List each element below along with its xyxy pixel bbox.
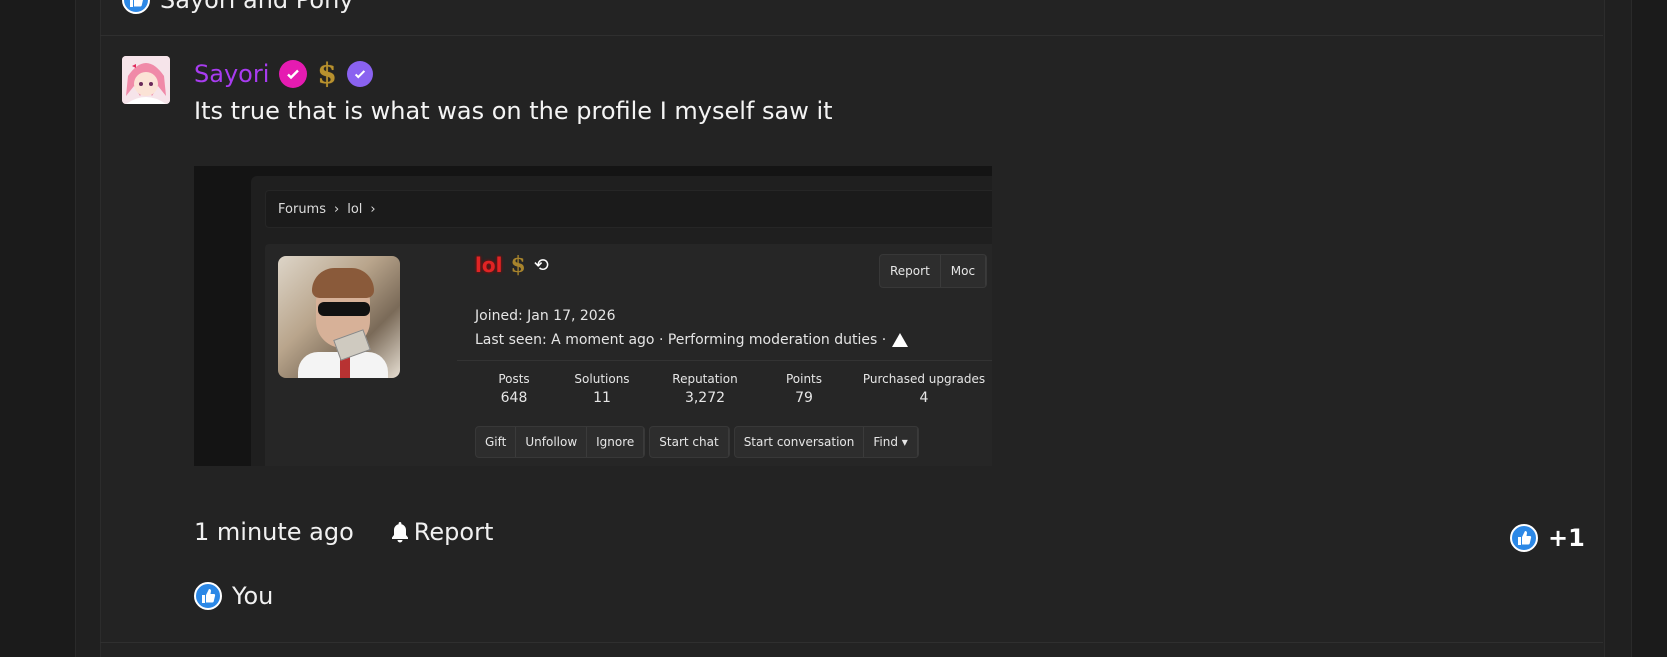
post-footer: 1 minute ago Report: [194, 518, 493, 546]
stat-value: 79: [795, 390, 813, 406]
dollar-badge-icon: $: [510, 252, 526, 278]
divider: [457, 360, 992, 361]
stat-posts: Posts 648: [475, 372, 553, 406]
username-link[interactable]: Sayori: [194, 60, 269, 88]
dollar-badge-icon: $: [317, 57, 337, 90]
profile-name-line: lol $ ⟲: [475, 252, 549, 278]
stat-label: Solutions: [574, 372, 630, 386]
chevron-right-icon: ›: [334, 201, 340, 217]
joined-date: Joined: Jan 17, 2026: [475, 308, 616, 324]
stat-purchased-upgrades: Purchased upgrades 4: [849, 372, 992, 406]
start-chat-button: Start chat: [650, 427, 729, 457]
warning-icon: [892, 333, 909, 347]
thumbs-up-icon[interactable]: [1510, 524, 1538, 552]
post-header: Sayori $: [194, 57, 373, 90]
stat-points: Points 79: [759, 372, 849, 406]
post-divider: [100, 642, 1603, 643]
stat-label: Reputation: [672, 372, 738, 386]
embedded-profile-page: Forums › lol › lol $ ⟲ Report Moc Joined…: [251, 176, 992, 466]
chevron-right-icon: ›: [370, 201, 376, 217]
post-message: Its true that is what was on the profile…: [194, 97, 833, 125]
profile-actions: Report Moc: [879, 254, 988, 288]
stat-solutions: Solutions 11: [553, 372, 651, 406]
unfollow-button: Unfollow: [516, 427, 588, 457]
profile-buttons: Gift Unfollow Ignore Start chat Start co…: [475, 426, 919, 458]
stat-label: Posts: [498, 372, 530, 386]
breadcrumb: Forums › lol ›: [265, 190, 992, 228]
profile-name: lol: [475, 253, 503, 277]
moderator-button: Moc: [941, 255, 987, 287]
last-seen: Last seen: A moment ago · Performing mod…: [475, 332, 909, 348]
last-seen-text: Last seen: A moment ago · Performing mod…: [475, 332, 887, 348]
embedded-image[interactable]: Forums › lol › lol $ ⟲ Report Moc Joined…: [194, 166, 992, 466]
breadcrumb-item: lol: [347, 201, 363, 217]
thumbs-up-icon: [194, 582, 222, 610]
previous-post-reactions[interactable]: Sayori and Pony: [122, 0, 354, 14]
reaction-score: +1: [1548, 524, 1585, 552]
stat-label: Purchased upgrades: [862, 372, 986, 386]
profile-stats: Posts 648 Solutions 11 Reputation 3,272 …: [475, 372, 992, 406]
post-divider: [100, 35, 1603, 36]
breadcrumb-item: Forums: [278, 201, 326, 217]
button-group: Start chat: [649, 426, 730, 458]
check-badge-icon: [346, 60, 373, 87]
ignore-button: Ignore: [587, 427, 645, 457]
button-group: Start conversation Find ▾: [733, 426, 919, 458]
bell-icon: [391, 522, 408, 543]
thumbs-up-icon: [122, 0, 150, 14]
button-group: Gift Unfollow Ignore: [475, 426, 646, 458]
report-button: Report: [880, 255, 941, 287]
stat-value: 11: [593, 390, 611, 406]
stat-value: 3,272: [684, 390, 726, 406]
profile-card: lol $ ⟲ Report Moc Joined: Jan 17, 2026 …: [265, 244, 992, 466]
reaction-users[interactable]: You: [232, 582, 273, 610]
find-button: Find ▾: [864, 427, 918, 457]
stat-value: 4: [919, 390, 929, 406]
gift-button: Gift: [476, 427, 517, 457]
reactions-bar[interactable]: You: [194, 582, 273, 610]
profile-avatar: [278, 256, 400, 378]
check-badge-icon: [279, 59, 308, 88]
reaction-users[interactable]: Sayori and Pony: [160, 0, 354, 14]
stat-label: Points: [785, 372, 823, 386]
stat-reputation: Reputation 3,272: [651, 372, 759, 406]
history-icon: ⟲: [533, 254, 549, 276]
reaction-control[interactable]: +1: [1510, 524, 1585, 552]
start-conversation-button: Start conversation: [735, 427, 865, 457]
report-button[interactable]: Report: [390, 518, 494, 546]
stat-value: 648: [500, 390, 528, 406]
report-label: Report: [413, 518, 494, 546]
post-timestamp[interactable]: 1 minute ago: [194, 518, 354, 546]
user-avatar[interactable]: [122, 56, 170, 104]
